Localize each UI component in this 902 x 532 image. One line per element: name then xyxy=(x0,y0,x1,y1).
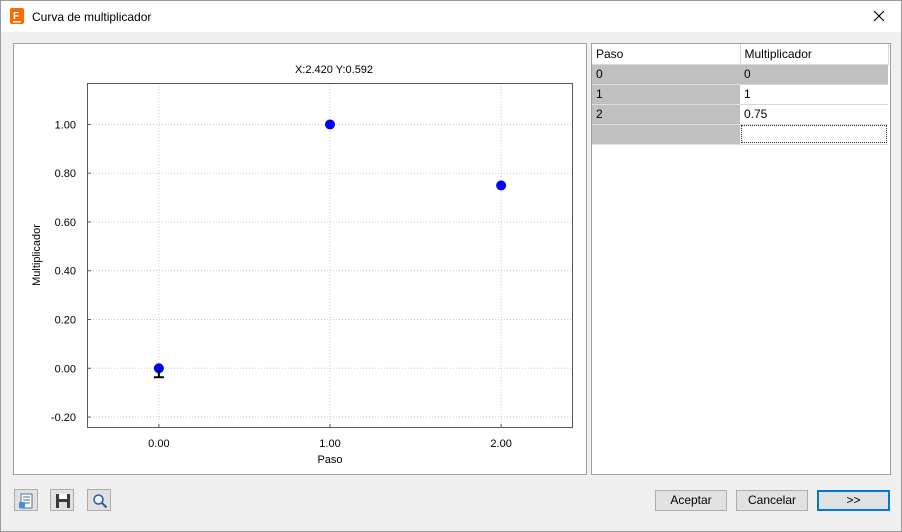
app-icon: F xyxy=(10,8,26,24)
table-header-row: Paso Multiplicador xyxy=(592,44,889,65)
save-icon xyxy=(56,494,70,508)
close-icon xyxy=(873,10,885,22)
cell-multiplicador[interactable]: 1 xyxy=(740,84,888,105)
window-title: Curva de multiplicador xyxy=(32,10,152,24)
data-grid[interactable]: Paso Multiplicador 0 0 1 1 2 0.75 xyxy=(591,43,891,475)
y-tick-label: 0.20 xyxy=(55,315,76,327)
x-tick-label: 1.00 xyxy=(319,438,340,450)
y-tick-label: 0.00 xyxy=(55,363,76,375)
y-tick-label: 1.00 xyxy=(55,119,76,131)
table-row[interactable]: 2 0.75 xyxy=(592,104,888,125)
cell-paso[interactable]: 1 xyxy=(592,84,740,105)
close-button[interactable] xyxy=(857,1,901,32)
data-table: Paso Multiplicador 0 0 1 1 2 0.75 xyxy=(592,44,889,145)
column-header-paso[interactable]: Paso xyxy=(592,44,741,65)
y-tick-label: -0.20 xyxy=(51,412,76,424)
zoom-button[interactable] xyxy=(87,489,111,511)
zoom-icon xyxy=(93,494,108,509)
table-row[interactable]: 1 1 xyxy=(592,84,888,105)
cell-multiplicador[interactable] xyxy=(740,124,888,145)
x-tick-label: 2.00 xyxy=(490,438,511,450)
export-icon xyxy=(19,493,33,509)
cancel-button[interactable]: Cancelar xyxy=(736,490,808,511)
x-axis-label: Paso xyxy=(317,454,343,466)
svg-text:F: F xyxy=(13,11,19,22)
y-tick-label: 0.60 xyxy=(55,217,76,229)
x-tick-label: 0.00 xyxy=(148,438,169,450)
cell-multiplicador[interactable]: 0 xyxy=(740,64,888,85)
chart-panel[interactable]: X:2.420 Y:0.592 1.00 0.80 0.60 0.40 0.20 0.00… xyxy=(13,43,587,475)
column-header-multiplicador[interactable]: Multiplicador xyxy=(740,44,889,65)
save-button[interactable] xyxy=(50,489,74,511)
y-tick-label: 0.80 xyxy=(55,168,76,180)
cell-paso[interactable]: 2 xyxy=(592,104,740,125)
accept-button[interactable]: Aceptar xyxy=(655,490,727,511)
new-row[interactable] xyxy=(592,124,888,145)
title-bar: F Curva de multiplicador xyxy=(1,1,901,32)
cell-paso[interactable] xyxy=(592,124,740,145)
cell-paso[interactable]: 0 xyxy=(592,64,740,85)
y-axis-label: Multiplicador xyxy=(31,224,43,286)
y-tick-label: 0.40 xyxy=(55,266,76,278)
dialog-window: F Curva de multiplicador X:2.420 Y:0.592… xyxy=(0,0,902,532)
table-row[interactable]: 0 0 xyxy=(592,64,888,85)
next-button[interactable]: >> xyxy=(817,490,890,511)
plot-area[interactable] xyxy=(87,83,573,428)
export-button[interactable] xyxy=(14,489,38,511)
cell-multiplicador[interactable]: 0.75 xyxy=(740,104,888,125)
